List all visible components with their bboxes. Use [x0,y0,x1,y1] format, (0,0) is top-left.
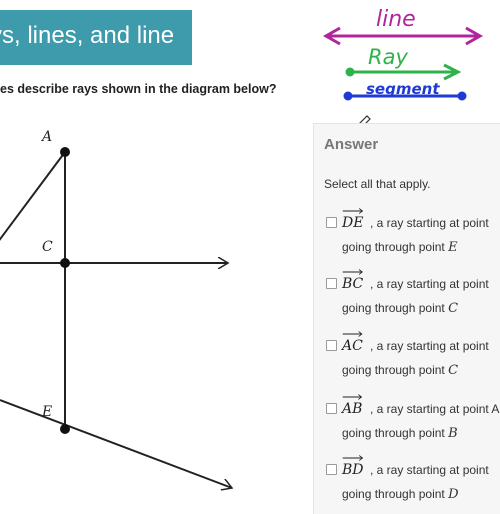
hw-segment-start [343,91,353,101]
ray-notation: DE [342,208,363,231]
point-a [60,147,70,157]
ray-arrow-icon [342,394,363,400]
hw-ray-word: Ray [368,45,408,69]
option-description: , a ray starting at point [370,277,489,291]
ray-notation: AB [342,394,362,417]
ray-notation: AC [342,331,363,354]
option-description: , a ray starting at point [370,339,489,353]
option-description-2: going through point C [342,301,459,316]
lesson-title: ys, lines, and line [0,22,175,49]
ray-notation: BD [342,455,364,478]
option-checkbox[interactable] [326,403,337,414]
ray-arrow-icon [342,208,364,214]
option-description: , a ray starting at point A [370,402,500,416]
option-checkbox[interactable] [326,340,337,351]
answer-instruction: Select all that apply. [324,177,431,191]
ray-arrow-icon [342,269,363,275]
option-description-2: going through point B [342,426,458,441]
segment-a-left [0,151,66,241]
answer-panel: Answer Select all that apply. DE , a ray… [313,123,500,514]
answer-option[interactable]: AC , a ray starting at point going throu… [326,331,500,385]
answer-option[interactable]: BC , a ray starting at point going throu… [326,269,500,323]
point-e-label: E [41,404,52,420]
point-c [60,258,70,268]
question-text: es describe rays shown in the diagram be… [0,82,277,96]
hw-segment-end [457,91,467,101]
ray-arrow-icon [342,331,363,337]
geometry-diagram: A C E [0,129,300,500]
point-c-label: C [42,239,53,255]
ray-through-e [0,399,232,488]
ray-arrow-icon [342,455,364,461]
answer-option[interactable]: DE , a ray starting at point going throu… [326,208,500,262]
answer-option[interactable]: BD , a ray starting at point going throu… [326,455,500,509]
option-description: , a ray starting at point [370,463,489,477]
option-description: , a ray starting at point [370,216,489,230]
option-checkbox[interactable] [326,217,337,228]
handwritten-annotation: line Ray segment [322,7,484,101]
option-checkbox[interactable] [326,278,337,289]
option-description-2: going through point C [342,363,459,378]
option-description-2: going through point E [342,240,458,255]
point-e [60,424,70,434]
ray-notation: BC [342,269,363,292]
answer-option[interactable]: AB , a ray starting at point A going thr… [326,394,500,448]
answer-heading: Answer [324,136,379,153]
point-a-label: A [40,129,52,145]
option-checkbox[interactable] [326,464,337,475]
hw-line-word: line [376,7,416,32]
lesson-title-banner: ys, lines, and line [0,10,192,65]
